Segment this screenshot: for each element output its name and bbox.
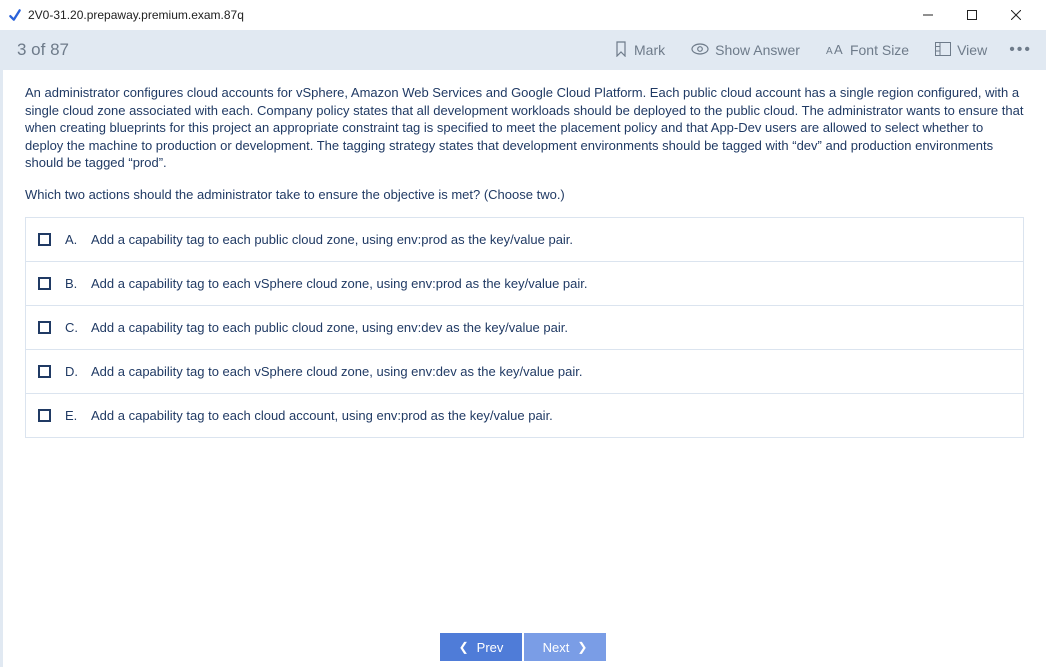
chevron-right-icon: ❯ bbox=[577, 640, 587, 654]
main-toolbar: 3 of 87 Mark Show Answer A A Font Size bbox=[3, 30, 1046, 70]
chevron-left-icon: ❮ bbox=[459, 640, 469, 654]
option-text: Add a capability tag to each public clou… bbox=[91, 320, 568, 335]
next-button[interactable]: Next ❯ bbox=[524, 633, 606, 661]
bookmark-icon bbox=[614, 41, 628, 60]
view-button[interactable]: View bbox=[935, 42, 987, 59]
mark-label: Mark bbox=[634, 42, 665, 58]
checkbox-icon[interactable] bbox=[38, 233, 51, 246]
view-label: View bbox=[957, 42, 987, 58]
option-text: Add a capability tag to each public clou… bbox=[91, 232, 573, 247]
eye-icon bbox=[691, 42, 709, 59]
answer-options: A. Add a capability tag to each public c… bbox=[25, 217, 1024, 438]
option-letter: B. bbox=[65, 276, 81, 291]
window-close-button[interactable] bbox=[994, 0, 1038, 30]
option-c[interactable]: C. Add a capability tag to each public c… bbox=[26, 306, 1023, 350]
font-size-button[interactable]: A A Font Size bbox=[826, 42, 909, 59]
question-text: An administrator configures cloud accoun… bbox=[25, 84, 1024, 203]
font-size-label: Font Size bbox=[850, 42, 909, 58]
option-letter: C. bbox=[65, 320, 81, 335]
option-text: Add a capability tag to each vSphere clo… bbox=[91, 276, 588, 291]
question-counter: 3 of 87 bbox=[17, 40, 69, 60]
checkbox-icon[interactable] bbox=[38, 277, 51, 290]
option-letter: E. bbox=[65, 408, 81, 423]
app-logo-icon bbox=[8, 8, 22, 22]
option-text: Add a capability tag to each cloud accou… bbox=[91, 408, 553, 423]
option-text: Add a capability tag to each vSphere clo… bbox=[91, 364, 582, 379]
option-d[interactable]: D. Add a capability tag to each vSphere … bbox=[26, 350, 1023, 394]
window-maximize-button[interactable] bbox=[950, 0, 994, 30]
option-b[interactable]: B. Add a capability tag to each vSphere … bbox=[26, 262, 1023, 306]
option-letter: D. bbox=[65, 364, 81, 379]
font-size-icon: A A bbox=[826, 42, 844, 59]
question-paragraph-2: Which two actions should the administrat… bbox=[25, 186, 1024, 204]
next-label: Next bbox=[543, 640, 570, 655]
view-icon bbox=[935, 42, 951, 59]
checkbox-icon[interactable] bbox=[38, 321, 51, 334]
checkbox-icon[interactable] bbox=[38, 365, 51, 378]
svg-text:A: A bbox=[826, 46, 833, 56]
window-minimize-button[interactable] bbox=[906, 0, 950, 30]
question-panel: An administrator configures cloud accoun… bbox=[3, 70, 1046, 627]
option-a[interactable]: A. Add a capability tag to each public c… bbox=[26, 218, 1023, 262]
more-options-button[interactable]: ••• bbox=[1009, 41, 1032, 59]
mark-button[interactable]: Mark bbox=[614, 41, 665, 60]
window-title: 2V0-31.20.prepaway.premium.exam.87q bbox=[28, 8, 244, 22]
question-paragraph-1: An administrator configures cloud accoun… bbox=[25, 84, 1024, 172]
option-e[interactable]: E. Add a capability tag to each cloud ac… bbox=[26, 394, 1023, 437]
window-titlebar: 2V0-31.20.prepaway.premium.exam.87q bbox=[0, 0, 1046, 30]
show-answer-button[interactable]: Show Answer bbox=[691, 42, 800, 59]
checkbox-icon[interactable] bbox=[38, 409, 51, 422]
prev-button[interactable]: ❮ Prev bbox=[440, 633, 522, 661]
option-letter: A. bbox=[65, 232, 81, 247]
footer-nav: ❮ Prev Next ❯ bbox=[0, 627, 1046, 667]
show-answer-label: Show Answer bbox=[715, 42, 800, 58]
prev-label: Prev bbox=[477, 640, 504, 655]
svg-text:A: A bbox=[834, 42, 843, 56]
